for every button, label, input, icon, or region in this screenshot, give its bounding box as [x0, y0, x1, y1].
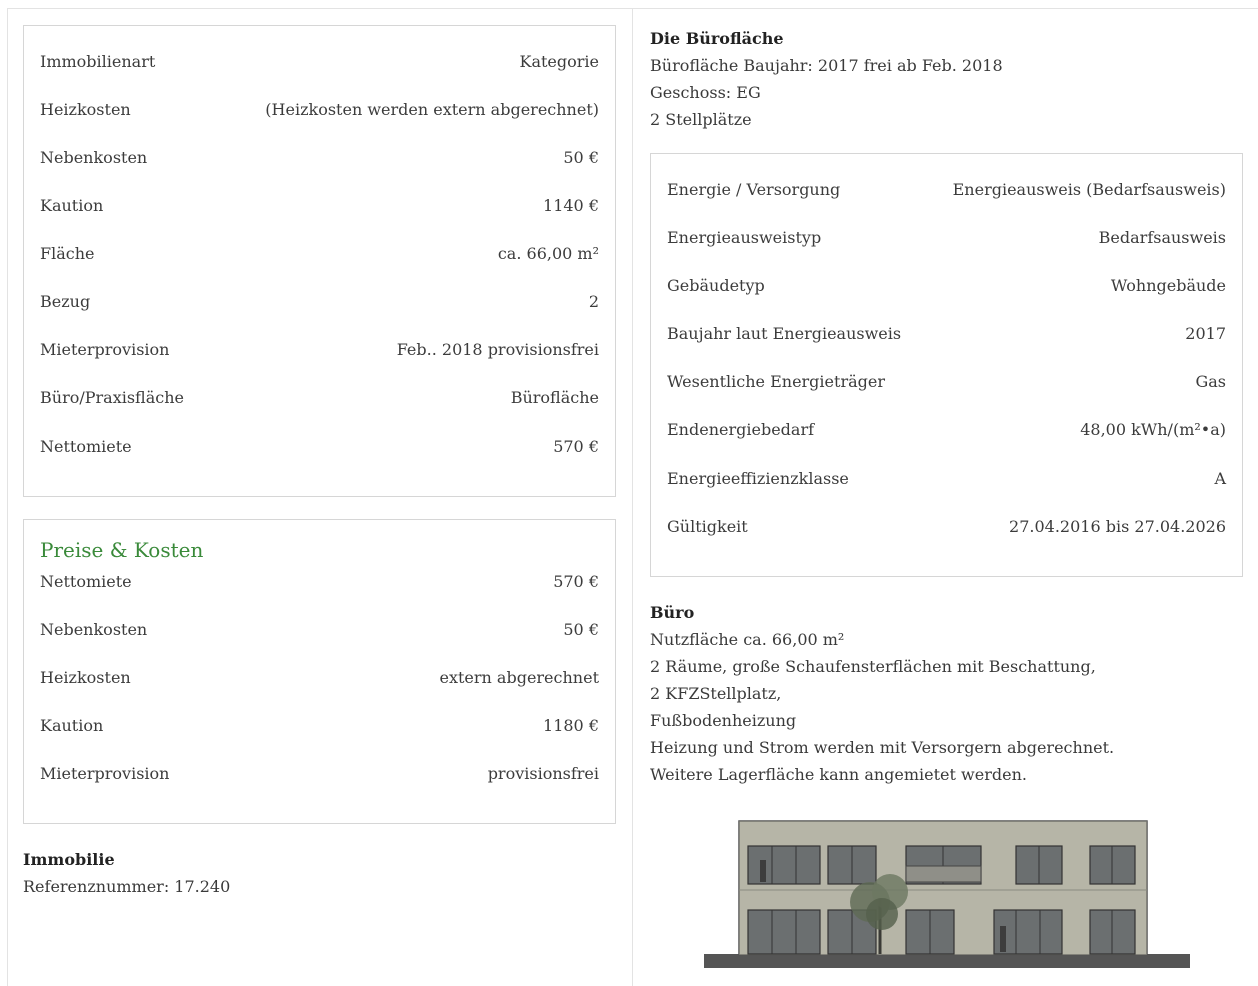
row-value: ca. 66,00 m²	[497, 243, 599, 263]
buerofl-line: Bürofläche Baujahr: 2017 frei ab Feb. 20…	[650, 56, 1003, 75]
row-label: Nettomiete	[40, 436, 132, 456]
row-value: Kategorie	[519, 51, 600, 71]
details-row: Bezug 2	[40, 290, 599, 312]
row-value: 1140 €	[543, 195, 599, 215]
buero-line: Heizung und Strom werden mit Versorgern …	[650, 738, 1115, 757]
prices-title: Preise & Kosten	[40, 538, 204, 562]
row-value: 2017	[1185, 323, 1226, 343]
row-value: Feb.. 2018 provisionsfrei	[396, 339, 599, 359]
row-value: Bürofläche	[510, 387, 599, 407]
row-label: Immobilienart	[40, 51, 156, 71]
row-value: 48,00 kWh/(m²•a)	[1080, 419, 1226, 439]
row-label: Nettomiete	[40, 571, 132, 591]
buero-line: Fußbodenheizung	[650, 711, 797, 730]
row-value: 27.04.2016 bis 27.04.2026	[1009, 516, 1226, 536]
immobilie-section: Immobilie Referenznummer: 17.240	[23, 846, 230, 900]
row-value: A	[1214, 468, 1226, 488]
buero-line: Nutzfläche ca. 66,00 m²	[650, 630, 845, 649]
immobilie-heading: Immobilie	[23, 850, 115, 869]
row-value: 570 €	[553, 571, 599, 591]
row-value: 50 €	[563, 619, 599, 639]
energy-row: Energieeffizienzklasse A	[667, 467, 1226, 489]
person-silhouette	[1000, 926, 1006, 952]
price-row: Mieterprovision provisionsfrei	[40, 762, 599, 784]
row-label: Kaution	[40, 715, 104, 735]
energy-row: Energieausweistyp Bedarfsausweis	[667, 226, 1226, 248]
details-row: Mieterprovision Feb.. 2018 provisionsfrei	[40, 338, 599, 360]
row-label: Endenergiebedarf	[667, 419, 815, 439]
row-value: 570 €	[553, 436, 599, 456]
row-label: Energie / Versorgung	[667, 179, 841, 199]
row-value: 2	[588, 291, 599, 311]
buero-line: Weitere Lagerfläche kann angemietet werd…	[650, 765, 1027, 784]
row-value: Energieausweis (Bedarfsausweis)	[952, 179, 1226, 199]
price-row: Nebenkosten 50 €	[40, 618, 599, 640]
details-row: Nebenkosten 50 €	[40, 146, 599, 168]
details-row: Fläche ca. 66,00 m²	[40, 242, 599, 264]
row-label: Mieterprovision	[40, 339, 170, 359]
details-row: Heizkosten (Heizkosten werden extern abge…	[40, 98, 599, 120]
row-label: Baujahr laut Energieausweis	[667, 323, 902, 343]
row-label: Büro/Praxisfläche	[40, 387, 184, 407]
prices-costs-table: Preise & Kosten Nettomiete 570 € Nebenkos…	[23, 519, 616, 824]
details-row: Kaution 1140 €	[40, 194, 599, 216]
row-label: Wesentliche Energieträger	[667, 371, 885, 391]
row-label: Nebenkosten	[40, 619, 148, 639]
column-divider	[632, 8, 633, 986]
person-silhouette	[760, 860, 766, 882]
buero-line: 2 KFZStellplatz,	[650, 684, 782, 703]
row-value: provisionsfrei	[487, 763, 599, 783]
row-label: Nebenkosten	[40, 147, 148, 167]
row-label: Energieausweistyp	[667, 227, 822, 247]
buero-line: 2 Räume, große Schaufensterflächen mit B…	[650, 657, 1096, 676]
row-value: (Heizkosten werden extern abgerechnet)	[265, 99, 599, 119]
buero-heading: Büro	[650, 603, 695, 622]
energy-table: Energie / Versorgung Energieausweis (Beda…	[650, 153, 1243, 577]
building-illustration	[704, 820, 1190, 968]
row-value: 50 €	[563, 147, 599, 167]
row-value: extern abgerechnet	[439, 667, 599, 687]
details-row: Büro/Praxisfläche Bürofläche	[40, 386, 599, 408]
energy-row: Endenergiebedarf 48,00 kWh/(m²•a)	[667, 418, 1226, 440]
property-details-table: Immobilienart Kategorie Heizkosten (Heizko…	[23, 25, 616, 497]
row-label: Heizkosten	[40, 99, 131, 119]
price-row: Nettomiete 570 €	[40, 570, 599, 592]
row-value: 1180 €	[543, 715, 599, 735]
energy-row: Gebäudetyp Wohngebäude	[667, 274, 1226, 296]
buerofl-line: Geschoss: EG	[650, 83, 761, 102]
buero-section: Büro Nutzfläche ca. 66,00 m² 2 Räume, gr…	[650, 599, 1114, 788]
ground-strip	[704, 954, 1190, 968]
energy-row: Wesentliche Energieträger Gas	[667, 370, 1226, 392]
row-label: Mieterprovision	[40, 763, 170, 783]
row-label: Heizkosten	[40, 667, 131, 687]
details-row: Immobilienart Kategorie	[40, 50, 599, 72]
row-label: Gültigkeit	[667, 516, 748, 536]
row-label: Kaution	[40, 195, 104, 215]
price-row: Kaution 1180 €	[40, 714, 599, 736]
row-label: Energieeffizienzklasse	[667, 468, 849, 488]
energy-row: Gültigkeit 27.04.2016 bis 27.04.2026	[667, 515, 1226, 537]
row-value: Bedarfsausweis	[1098, 227, 1226, 247]
row-value: Gas	[1195, 371, 1226, 391]
energy-row: Baujahr laut Energieausweis 2017	[667, 322, 1226, 344]
row-label: Gebäudetyp	[667, 275, 765, 295]
row-label: Bezug	[40, 291, 91, 311]
details-row: Nettomiete 570 €	[40, 435, 599, 457]
price-row: Heizkosten extern abgerechnet	[40, 666, 599, 688]
reference-number: Referenznummer: 17.240	[23, 877, 231, 896]
row-value: Wohngebäude	[1110, 275, 1226, 295]
buerofl-section: Die Bürofläche Bürofläche Baujahr: 2017 …	[650, 25, 1003, 133]
row-label: Fläche	[40, 243, 95, 263]
buerofl-heading: Die Bürofläche	[650, 29, 784, 48]
energy-row: Energie / Versorgung Energieausweis (Beda…	[667, 178, 1226, 200]
buerofl-line: 2 Stellplätze	[650, 110, 752, 129]
